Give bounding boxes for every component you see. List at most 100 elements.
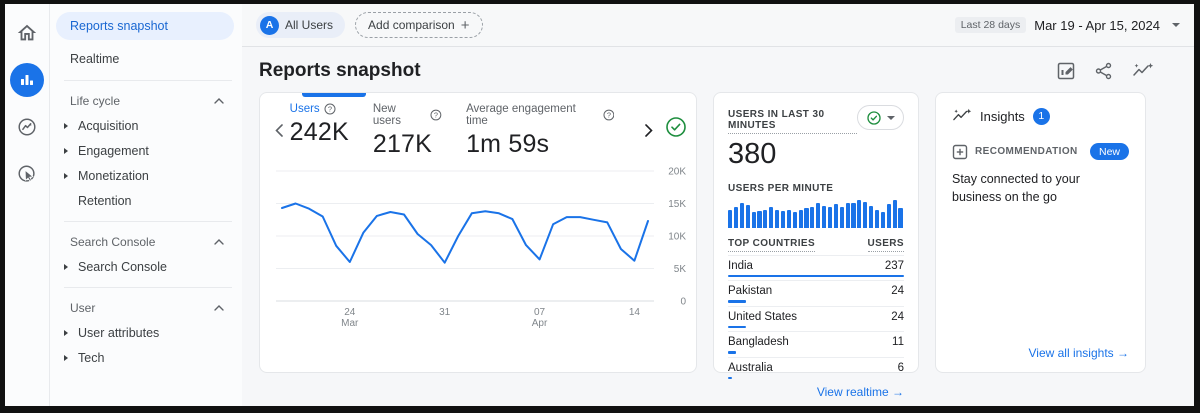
country-name: Pakistan: [728, 285, 772, 297]
chevron-up-icon[interactable]: [214, 239, 224, 245]
minute-bar: [734, 207, 738, 228]
metric-label: New users: [373, 103, 426, 127]
minute-bar: [822, 206, 826, 228]
main-area: A All Users Add comparison + Last 28 day…: [242, 4, 1194, 406]
country-bar: [728, 326, 746, 329]
caret-down-icon[interactable]: [1172, 23, 1180, 27]
sidebar-item-label: Search Console: [78, 260, 167, 274]
sidebar-section-user[interactable]: User: [50, 296, 242, 320]
expand-arrow-icon[interactable]: [64, 264, 68, 270]
view-realtime-link[interactable]: View realtime →: [728, 379, 904, 401]
sidebar-item-tech[interactable]: Tech: [50, 345, 242, 370]
comparison-chip-label: All Users: [285, 18, 333, 32]
minute-bar: [775, 210, 779, 228]
sidebar-item-label: Acquisition: [78, 119, 138, 133]
sidebar-item-reports-snapshot[interactable]: Reports snapshot: [56, 12, 234, 40]
section-label: Life cycle: [70, 94, 120, 108]
help-icon[interactable]: ?: [430, 109, 442, 121]
insights-sparkline-icon[interactable]: [1132, 61, 1154, 81]
explore-nav-button[interactable]: [10, 110, 44, 144]
sidebar-divider: [64, 287, 232, 288]
sidebar-section-life-cycle[interactable]: Life cycle: [50, 89, 242, 113]
minute-bar: [781, 211, 785, 228]
minute-bar: [898, 208, 902, 228]
sidebar-item-acquisition[interactable]: Acquisition: [50, 113, 242, 138]
add-comparison-button[interactable]: Add comparison +: [355, 12, 482, 38]
realtime-title: USERS IN LAST 30 MINUTES: [728, 109, 857, 134]
metric-tab-new-users[interactable]: New users ? 217K: [373, 103, 442, 159]
expand-arrow-icon[interactable]: [64, 148, 68, 154]
country-bar: [728, 275, 904, 278]
minute-bar: [840, 207, 844, 228]
share-icon[interactable]: [1094, 61, 1114, 81]
nav-rail: [5, 4, 50, 406]
date-range-selector[interactable]: Last 28 days Mar 19 - Apr 15, 2024: [955, 17, 1180, 33]
help-icon[interactable]: ?: [603, 109, 615, 121]
app-window: Reports snapshot Realtime Life cycle Acq…: [0, 0, 1200, 413]
sidebar-item-realtime[interactable]: Realtime: [50, 46, 242, 72]
sidebar-item-monetization[interactable]: Monetization: [50, 163, 242, 188]
minute-bar: [804, 208, 808, 228]
check-circle-icon: [664, 115, 688, 139]
metric-tab-users[interactable]: Users ? 242K: [290, 103, 349, 147]
metric-label: Users: [290, 103, 320, 115]
minute-bar: [881, 212, 885, 228]
realtime-status-dropdown[interactable]: [857, 105, 904, 130]
svg-text:24: 24: [344, 307, 356, 318]
expand-arrow-icon[interactable]: [64, 173, 68, 179]
recommendation-text[interactable]: Stay connected to your business on the g…: [952, 170, 1129, 206]
metric-label: Average engagement time: [466, 103, 599, 127]
sidebar-item-engagement[interactable]: Engagement: [50, 138, 242, 163]
insights-sparkline-icon: [952, 107, 972, 125]
insights-title: Insights: [980, 109, 1025, 124]
table-row[interactable]: United States24: [728, 306, 904, 329]
users-trend-chart[interactable]: 20K15K10K5K024Mar3107Apr14: [272, 163, 690, 331]
metric-tab-avg-engagement-time[interactable]: Average engagement time ? 1m 59s: [466, 103, 614, 159]
minute-bar: [757, 211, 761, 228]
sidebar-item-label: User attributes: [78, 326, 159, 340]
advertising-nav-button[interactable]: [10, 157, 44, 191]
selected-metric-indicator: [302, 93, 366, 97]
countries-table-header: TOP COUNTRIES USERS: [728, 238, 904, 252]
minute-bar: [728, 210, 732, 228]
arrow-right-icon: →: [1117, 346, 1129, 360]
metric-value: 242K: [290, 118, 349, 147]
expand-arrow-icon[interactable]: [64, 355, 68, 361]
insights-header: Insights 1: [952, 107, 1129, 125]
expand-arrow-icon[interactable]: [64, 123, 68, 129]
expand-arrow-icon[interactable]: [64, 330, 68, 336]
sidebar-item-search-console[interactable]: Search Console: [50, 254, 242, 279]
country-name: Bangladesh: [728, 336, 789, 348]
country-name: Australia: [728, 362, 773, 374]
previous-metrics-button[interactable]: [268, 119, 290, 141]
data-quality-badge[interactable]: [664, 115, 688, 144]
chevron-up-icon[interactable]: [214, 305, 224, 311]
all-users-comparison-chip[interactable]: A All Users: [256, 12, 345, 38]
table-row[interactable]: Australia6: [728, 357, 904, 380]
country-bar: [728, 351, 736, 354]
home-nav-button[interactable]: [10, 16, 44, 50]
view-all-insights-link[interactable]: View all insights →: [952, 340, 1129, 362]
svg-text:Apr: Apr: [532, 318, 548, 329]
chevron-up-icon[interactable]: [214, 98, 224, 104]
comparison-bar: A All Users Add comparison + Last 28 day…: [242, 4, 1194, 47]
table-row[interactable]: Bangladesh11: [728, 331, 904, 354]
table-row[interactable]: India237: [728, 255, 904, 278]
country-users: 24: [891, 285, 904, 297]
minute-bar: [752, 212, 756, 228]
help-icon[interactable]: ?: [324, 103, 336, 115]
title-row: Reports snapshot: [242, 47, 1194, 90]
reports-nav-button[interactable]: [10, 63, 44, 97]
table-row[interactable]: Pakistan 24: [728, 280, 904, 303]
advertising-icon: [16, 163, 38, 185]
minute-bar: [846, 203, 850, 228]
sidebar-section-search-console[interactable]: Search Console: [50, 230, 242, 254]
country-name: India: [728, 260, 753, 272]
report-actions: [1056, 61, 1154, 81]
sidebar-item-user-attributes[interactable]: User attributes: [50, 320, 242, 345]
sidebar-item-retention[interactable]: Retention: [50, 188, 242, 213]
next-metrics-button[interactable]: [638, 119, 660, 141]
users-trend-card: Users ? 242K New users ? 217K Average en…: [259, 92, 697, 373]
metric-tabs: Users ? 242K New users ? 217K Average en…: [268, 103, 688, 159]
customize-report-icon[interactable]: [1056, 61, 1076, 81]
